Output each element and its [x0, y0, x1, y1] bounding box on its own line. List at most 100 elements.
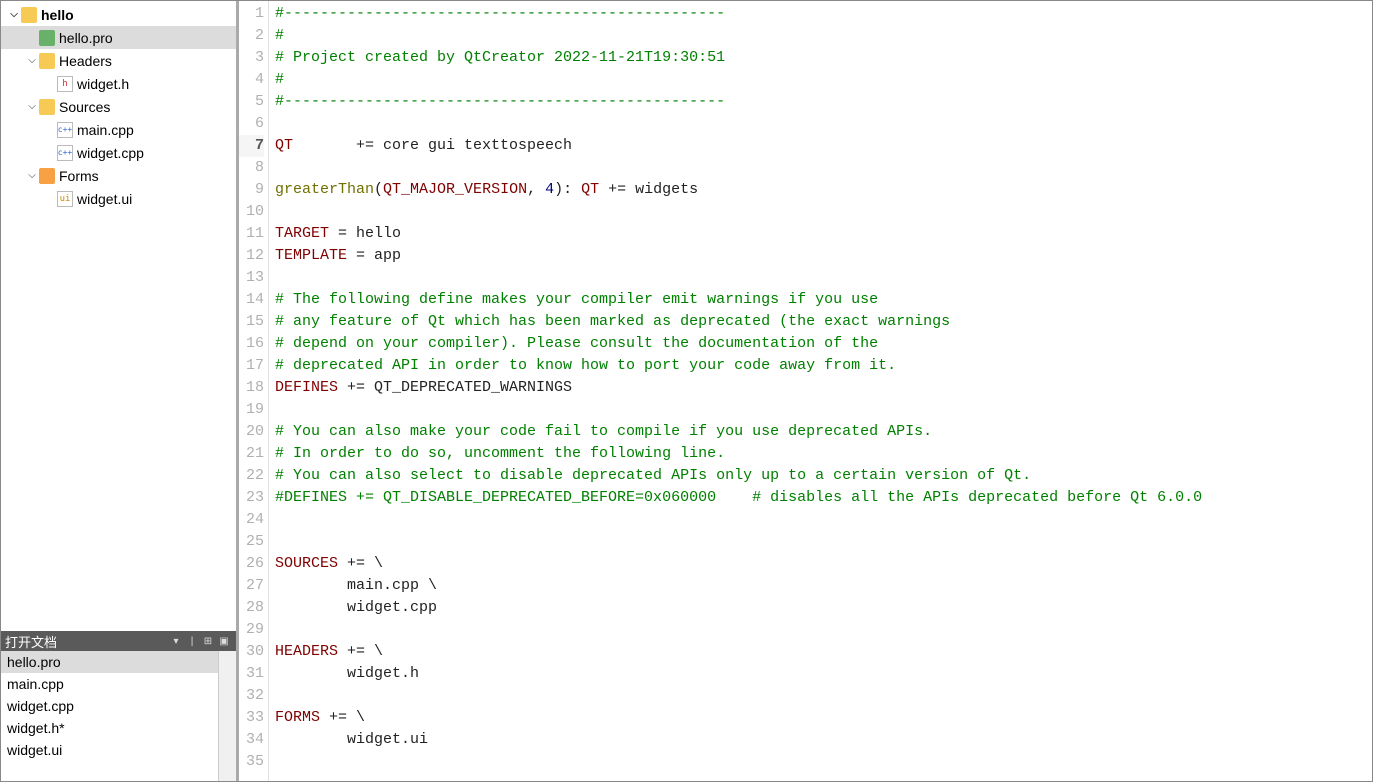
code-line[interactable]	[275, 157, 1372, 179]
tree-item-label: Sources	[59, 99, 110, 115]
line-number: 16	[239, 333, 264, 355]
open-documents-scrollbar[interactable]	[218, 651, 236, 781]
line-number: 19	[239, 399, 264, 421]
tree-group-forms[interactable]: ⌵ Forms	[1, 164, 236, 187]
tree-item-label: widget.h	[77, 76, 129, 92]
chevron-down-icon[interactable]: ⌵	[25, 54, 39, 68]
code-line[interactable]: #	[275, 25, 1372, 47]
line-number: 8	[239, 157, 264, 179]
code-line[interactable]: #DEFINES += QT_DISABLE_DEPRECATED_BEFORE…	[275, 487, 1372, 509]
folder-icon	[39, 53, 55, 69]
tree-group-sources[interactable]: ⌵ Sources	[1, 95, 236, 118]
code-line[interactable]: widget.h	[275, 663, 1372, 685]
divider-icon: |	[184, 633, 200, 649]
file-cpp-icon: c++	[57, 145, 73, 161]
chevron-down-icon[interactable]	[43, 192, 57, 206]
dropdown-icon[interactable]: ▾	[168, 633, 184, 649]
code-line[interactable]: #	[275, 69, 1372, 91]
project-file[interactable]: hello.pro	[1, 26, 236, 49]
code-line[interactable]	[275, 509, 1372, 531]
ide-root: ⌵hellohello.pro⌵Headershwidget.h⌵Sources…	[1, 1, 1372, 781]
project-root[interactable]: ⌵hello	[1, 3, 236, 26]
chevron-down-icon[interactable]	[25, 31, 39, 45]
open-doc-item[interactable]: main.cpp	[1, 673, 218, 695]
code-line[interactable]: greaterThan(QT_MAJOR_VERSION, 4): QT += …	[275, 179, 1372, 201]
code-line[interactable]	[275, 751, 1372, 773]
code-line[interactable]	[275, 267, 1372, 289]
code-line[interactable]: FORMS += \	[275, 707, 1372, 729]
tree-file-widget-ui[interactable]: uiwidget.ui	[1, 187, 236, 210]
tree-group-headers[interactable]: ⌵Headers	[1, 49, 236, 72]
code-line[interactable]	[275, 113, 1372, 135]
open-doc-item[interactable]: widget.h*	[1, 717, 218, 739]
chevron-down-icon[interactable]: ⌵	[7, 8, 21, 22]
tree-item-label: Forms	[59, 168, 99, 184]
code-line[interactable]: # Project created by QtCreator 2022-11-2…	[275, 47, 1372, 69]
line-number: 24	[239, 509, 264, 531]
line-number: 29	[239, 619, 264, 641]
code-line[interactable]	[275, 201, 1372, 223]
file-h-icon: h	[57, 76, 73, 92]
forms-icon	[39, 168, 55, 184]
code-line[interactable]: TARGET = hello	[275, 223, 1372, 245]
code-line[interactable]: widget.ui	[275, 729, 1372, 751]
line-number: 5	[239, 91, 264, 113]
line-number: 18	[239, 377, 264, 399]
code-line[interactable]: # You can also make your code fail to co…	[275, 421, 1372, 443]
tree-item-label: widget.ui	[77, 191, 132, 207]
line-number: 4	[239, 69, 264, 91]
code-line[interactable]: # depend on your compiler). Please consu…	[275, 333, 1372, 355]
code-line[interactable]: #---------------------------------------…	[275, 3, 1372, 25]
code-line[interactable]: #---------------------------------------…	[275, 91, 1372, 113]
tree-file-widget-cpp[interactable]: c++widget.cpp	[1, 141, 236, 164]
line-number: 17	[239, 355, 264, 377]
code-line[interactable]: DEFINES += QT_DEPRECATED_WARNINGS	[275, 377, 1372, 399]
code-line[interactable]: widget.cpp	[275, 597, 1372, 619]
code-line[interactable]	[275, 399, 1372, 421]
open-documents-list[interactable]: hello.promain.cppwidget.cppwidget.h*widg…	[1, 651, 218, 781]
code-line[interactable]: HEADERS += \	[275, 641, 1372, 663]
code-line[interactable]: main.cpp \	[275, 575, 1372, 597]
line-number: 33	[239, 707, 264, 729]
project-tree[interactable]: ⌵hellohello.pro⌵Headershwidget.h⌵Sources…	[1, 1, 236, 631]
line-number: 31	[239, 663, 264, 685]
line-number: 28	[239, 597, 264, 619]
code-line[interactable]: # deprecated API in order to know how to…	[275, 355, 1372, 377]
code-line[interactable]	[275, 619, 1372, 641]
code-line[interactable]	[275, 531, 1372, 553]
code-line[interactable]: # any feature of Qt which has been marke…	[275, 311, 1372, 333]
open-doc-item[interactable]: widget.ui	[1, 739, 218, 761]
code-line[interactable]: # In order to do so, uncomment the follo…	[275, 443, 1372, 465]
open-documents-title: 打开文档	[5, 632, 57, 651]
close-pane-icon[interactable]: ▣	[216, 633, 232, 649]
tree-file-widget-h[interactable]: hwidget.h	[1, 72, 236, 95]
open-doc-item[interactable]: hello.pro	[1, 651, 218, 673]
open-documents-header: 打开文档 ▾ | ⊞ ▣	[1, 631, 236, 651]
line-number: 34	[239, 729, 264, 751]
code-line[interactable]: SOURCES += \	[275, 553, 1372, 575]
line-number: 20	[239, 421, 264, 443]
open-documents-pane: hello.promain.cppwidget.cppwidget.h*widg…	[1, 651, 236, 781]
line-number-gutter: 1234567891011121314151617181920212223242…	[239, 1, 269, 781]
split-icon[interactable]: ⊞	[200, 633, 216, 649]
line-number: 13	[239, 267, 264, 289]
line-number: 2	[239, 25, 264, 47]
chevron-down-icon[interactable]: ⌵	[25, 169, 39, 183]
code-area[interactable]: #---------------------------------------…	[269, 1, 1372, 781]
code-line[interactable]: # The following define makes your compil…	[275, 289, 1372, 311]
line-number: 23	[239, 487, 264, 509]
sidebar: ⌵hellohello.pro⌵Headershwidget.h⌵Sources…	[1, 1, 239, 781]
chevron-down-icon[interactable]	[43, 146, 57, 160]
chevron-down-icon[interactable]	[43, 77, 57, 91]
open-doc-item[interactable]: widget.cpp	[1, 695, 218, 717]
code-editor[interactable]: 1234567891011121314151617181920212223242…	[239, 1, 1372, 781]
chevron-down-icon[interactable]	[43, 123, 57, 137]
line-number: 3	[239, 47, 264, 69]
chevron-down-icon[interactable]: ⌵	[25, 100, 39, 114]
code-line[interactable]: TEMPLATE = app	[275, 245, 1372, 267]
code-line[interactable]	[275, 685, 1372, 707]
code-line[interactable]: # You can also select to disable depreca…	[275, 465, 1372, 487]
file-cpp-icon: c++	[57, 122, 73, 138]
code-line[interactable]: QT += core gui texttospeech	[275, 135, 1372, 157]
tree-file-main-cpp[interactable]: c++main.cpp	[1, 118, 236, 141]
